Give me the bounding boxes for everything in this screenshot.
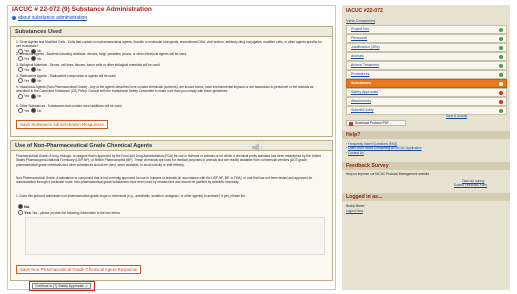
feedback-heading: Feedback Survey	[342, 162, 510, 170]
download-pdf-button[interactable]: Download Protocol PDF	[346, 120, 406, 126]
radio-no[interactable]	[31, 56, 37, 62]
save-non-pharma-button[interactable]: Save Non-Pharmaceutical Grade Chemical A…	[16, 265, 142, 274]
non-pharma-panel: Use of Non-Pharmaceutical Grade Chemical…	[10, 140, 333, 281]
answer-choice[interactable]: Yes No	[16, 93, 41, 99]
page-title: IACUC # 22-072 (9) Substance Administrat…	[12, 6, 152, 13]
question-2: 2. Infectious Agents - Bacteria includin…	[16, 52, 187, 62]
section-heading: Use of Non-Pharmaceutical Grade Chemical…	[11, 141, 332, 151]
question-non-pharma: 1. Does this protocol administer non-pha…	[16, 194, 246, 198]
info-icon	[12, 15, 16, 20]
radio-no[interactable]	[18, 204, 23, 210]
complete-status-icon	[499, 54, 503, 59]
sidebar-step-justification[interactable]: Justification (3Rs)	[346, 43, 507, 52]
sidebar-step-animal-treatment[interactable]: Animal Treatment	[346, 61, 507, 70]
feedback-form-link[interactable]: Submit Feedback Form	[454, 183, 487, 187]
sidebar-step-submit[interactable]: Submit/Certify	[346, 106, 507, 115]
help-heading: Help?	[342, 131, 510, 139]
about-substance-link[interactable]: about substance administration	[12, 15, 87, 21]
disabled-fields	[28, 219, 324, 255]
radio-no[interactable]	[31, 67, 37, 73]
pdf-icon	[349, 122, 353, 126]
current-status-icon	[499, 81, 503, 86]
question-4: 4. Radioactive Agents - Radioactive comp…	[16, 74, 117, 84]
disabled-detail-box	[25, 217, 325, 255]
sidebar-step-attachments[interactable]: Attachments	[346, 97, 507, 106]
incomplete-status-icon	[499, 99, 503, 104]
logged-in-heading: Logged in as...	[342, 193, 510, 201]
complete-status-icon	[499, 36, 503, 41]
radio-yes[interactable]	[18, 93, 23, 99]
sidebar-protocol-label: IACUC #22-072	[342, 7, 510, 15]
question-5: 5. Hazardous Agents (Non-Pharmaceutical …	[16, 85, 314, 99]
answer-choice[interactable]: Yes No	[16, 108, 41, 114]
definition-non-pharmaceutical: Non-Pharmaceutical Grade: A substance or…	[16, 176, 313, 185]
radio-yes[interactable]	[18, 78, 23, 84]
radio-yes[interactable]	[18, 108, 23, 114]
help-link-contact[interactable]: › Contact Us	[346, 151, 504, 155]
view-completed-link[interactable]: View Completed	[346, 18, 375, 23]
radio-yes[interactable]	[18, 56, 23, 62]
option-yes[interactable]: Yes Yes - please provide the following i…	[16, 210, 327, 216]
substances-used-panel: Substances Used 1. Gene Agents and Modif…	[10, 26, 333, 137]
radio-no[interactable]	[31, 93, 37, 99]
speaker-icon[interactable]	[251, 142, 266, 153]
section-heading: Substances Used	[11, 27, 332, 37]
answer-choice[interactable]: Yes No	[16, 78, 41, 84]
answer-choice[interactable]: Yes No	[16, 56, 41, 62]
save-substance-responses-button[interactable]: Save Substance Administration Responses	[16, 120, 108, 129]
complete-status-icon	[499, 27, 503, 32]
user-name: Becky Morse	[346, 204, 365, 208]
radio-yes[interactable]	[18, 210, 23, 216]
complete-status-icon	[499, 45, 503, 50]
option-no[interactable]: No	[16, 204, 327, 210]
radio-yes[interactable]	[18, 67, 23, 73]
sidebar: IACUC #22-072 View Completed Project Inf…	[342, 5, 510, 290]
question-3: 3. Biological Materials - Serum, cell li…	[16, 63, 161, 73]
sidebar-step-personnel[interactable]: Personnel	[346, 34, 507, 43]
sidebar-step-safety-approvals[interactable]: Safety Approvals	[346, 88, 507, 97]
question-6: 6. Other Substances - Substances that co…	[16, 104, 123, 114]
save-submit-link[interactable]: Save & Submit	[446, 114, 467, 118]
sidebar-step-project-info[interactable]: Project Info	[346, 25, 507, 34]
complete-status-icon	[499, 108, 503, 113]
sidebar-step-animals[interactable]: Animals	[346, 52, 507, 61]
feedback-text: Help us improve our IACUC Protocol Manag…	[346, 172, 430, 176]
radio-no[interactable]	[31, 108, 37, 114]
answer-choice[interactable]: Yes No	[16, 67, 41, 73]
incomplete-status-icon	[499, 90, 503, 95]
definition-pharmaceutical: Pharmaceutical Grade: A drug, biologic, …	[16, 154, 321, 167]
radio-no[interactable]	[31, 78, 37, 84]
sidebar-step-substances[interactable]: Substances	[346, 79, 507, 88]
help-links: › Frequently Asked Questions (FAQ) › Lea…	[346, 142, 504, 155]
complete-status-icon	[499, 72, 503, 77]
continue-button[interactable]: Continue to (7) Safety Approvals ->	[32, 283, 91, 289]
sidebar-step-procedures[interactable]: Procedures	[346, 70, 507, 79]
complete-status-icon	[499, 63, 503, 68]
logout-link[interactable]: Logout Now	[346, 209, 363, 213]
